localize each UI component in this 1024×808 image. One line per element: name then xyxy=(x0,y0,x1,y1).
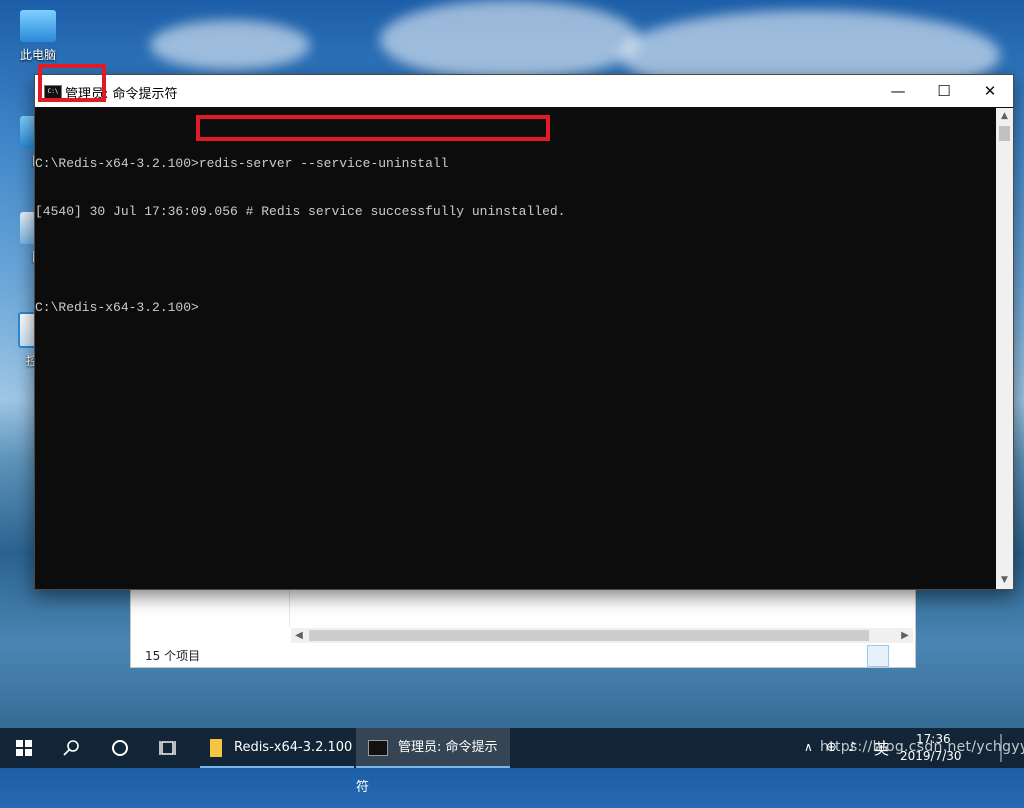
console-line: C:\Redis-x64-3.2.100> xyxy=(35,300,199,315)
task-view-button[interactable] xyxy=(144,728,192,768)
taskbar-app-explorer[interactable]: Redis-x64-3.2.100 xyxy=(200,728,354,768)
highlight-box-title xyxy=(38,64,106,102)
details-view-button[interactable] xyxy=(867,645,889,667)
maximize-button[interactable]: ☐ xyxy=(921,75,967,107)
folder-icon xyxy=(210,738,222,757)
large-icons-view-button[interactable] xyxy=(889,645,911,667)
cloud xyxy=(380,0,640,80)
cortana-icon xyxy=(112,740,128,756)
console-output[interactable]: C:\Redis-x64-3.2.100>redis-server --serv… xyxy=(35,108,996,605)
minimize-button[interactable]: — xyxy=(875,75,921,107)
scrollbar-thumb[interactable] xyxy=(999,126,1010,141)
taskbar-app-label: Redis-x64-3.2.100 xyxy=(234,740,353,755)
show-hidden-icons-chevron[interactable]: ∧ xyxy=(804,740,813,754)
console-line: C:\Redis-x64-3.2.100>redis-server --serv… xyxy=(35,156,449,171)
cloud xyxy=(150,20,310,70)
task-view-icon xyxy=(159,741,176,755)
console-line: [4540] 30 Jul 17:36:09.056 # Redis servi… xyxy=(35,204,566,219)
desktop-icon-this-pc[interactable]: 此电脑 xyxy=(14,10,62,63)
scroll-up-icon[interactable]: ▲ xyxy=(996,108,1013,125)
vertical-scrollbar[interactable]: ▲ ▼ xyxy=(996,108,1013,589)
scroll-right-icon[interactable]: ▶ xyxy=(897,628,913,643)
scrollbar-thumb[interactable] xyxy=(309,630,869,641)
scroll-left-icon[interactable]: ◀ xyxy=(291,628,307,643)
title-bar[interactable]: C:\ 管理员: 命令提示符 — ☐ ✕ xyxy=(35,75,1013,107)
cmd-icon xyxy=(368,739,388,756)
scroll-down-icon[interactable]: ▼ xyxy=(996,572,1013,589)
close-button[interactable]: ✕ xyxy=(967,75,1013,107)
search-icon xyxy=(63,740,79,756)
item-count-status: 15 个项目 xyxy=(145,649,201,663)
desktop-icon-label: 此电脑 xyxy=(19,48,56,62)
horizontal-scrollbar[interactable]: ◀ ▶ xyxy=(291,628,913,643)
start-button[interactable] xyxy=(0,728,48,768)
highlight-box-command xyxy=(196,115,550,141)
search-button[interactable] xyxy=(48,728,96,768)
windows-logo-icon xyxy=(16,740,32,756)
computer-icon xyxy=(20,10,56,42)
taskbar-app-cmd[interactable]: 管理员: 命令提示符 xyxy=(356,728,510,795)
cortana-button[interactable] xyxy=(96,728,144,768)
watermark-text: https://blog.csdn.net/ychgyyn xyxy=(820,739,1024,755)
command-prompt-window[interactable]: C:\ 管理员: 命令提示符 — ☐ ✕ C:\Redis-x64-3.2.10… xyxy=(34,74,1014,590)
